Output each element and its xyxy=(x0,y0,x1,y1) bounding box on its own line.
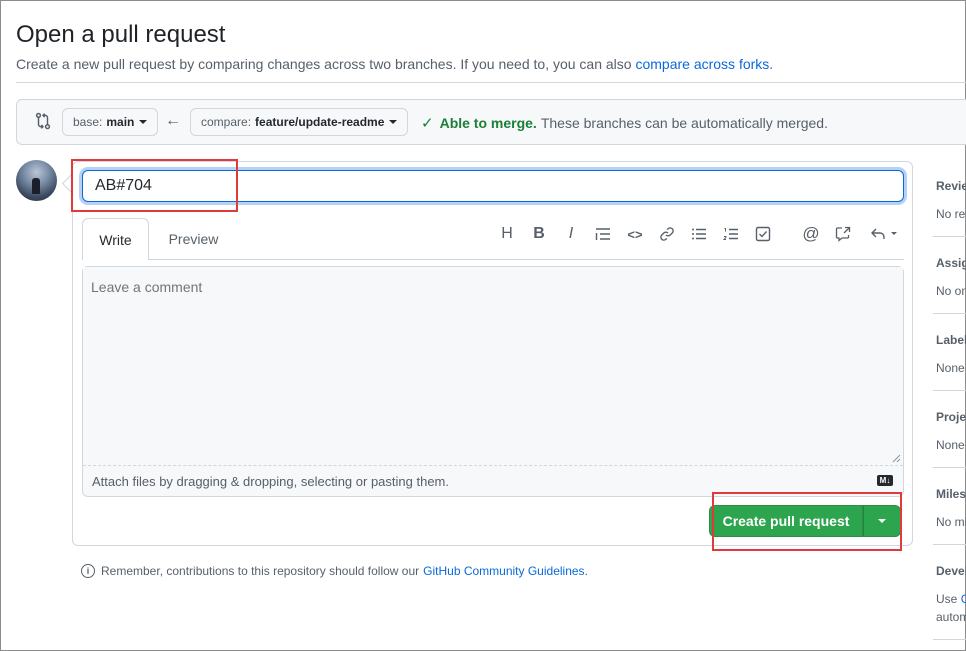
attach-divider xyxy=(83,465,903,466)
create-button-highlight-box xyxy=(712,492,902,551)
page-title: Open a pull request xyxy=(16,21,226,48)
code-icon[interactable]: <> xyxy=(624,223,646,245)
arrow-left-icon: ← xyxy=(165,112,181,129)
compare-branch-select[interactable]: compare: feature/update-readme xyxy=(190,108,409,136)
community-guidelines-note: i Remember, contributions to this reposi… xyxy=(81,564,588,578)
comment-textarea[interactable] xyxy=(83,267,903,465)
sidebar-heading: Labels xyxy=(936,333,966,347)
sidebar-heading: Projects xyxy=(936,410,966,424)
cross-reference-icon[interactable] xyxy=(832,223,854,245)
sidebar-labels[interactable]: Labels None yet xyxy=(936,333,966,375)
quote-icon[interactable] xyxy=(592,223,614,245)
ordered-list-icon[interactable] xyxy=(720,223,742,245)
sidebar-value: None yet xyxy=(936,438,966,452)
compare-bar: base: main ← compare: feature/update-readm… xyxy=(16,99,966,145)
sidebar-divider xyxy=(933,467,966,468)
compare-branch-name: feature/update-readme xyxy=(255,115,385,129)
sidebar-value: No reviewers xyxy=(936,207,966,221)
chevron-down-icon xyxy=(139,120,148,124)
italic-icon[interactable]: I xyxy=(560,223,582,245)
heading-icon[interactable]: H xyxy=(496,223,518,245)
sidebar-value: No milestone xyxy=(936,515,966,529)
sidebar-development[interactable]: Development Use C autom xyxy=(936,564,966,624)
sidebar-reviewers[interactable]: Reviewers No reviewers xyxy=(936,179,966,221)
git-compare-icon xyxy=(35,112,51,130)
sidebar-value: No one xyxy=(936,284,966,298)
reply-icon[interactable] xyxy=(868,223,902,245)
subtitle-text: Create a new pull request by comparing c… xyxy=(16,56,636,72)
sidebar-divider xyxy=(933,639,966,640)
sidebar-divider xyxy=(933,236,966,237)
dev-prefix: Use xyxy=(936,592,961,606)
check-icon: ✓ xyxy=(421,115,434,132)
info-icon: i xyxy=(81,564,95,578)
merge-detail-text: These branches can be automatically merg… xyxy=(540,115,828,131)
sidebar-projects[interactable]: Projects None yet xyxy=(936,410,966,452)
sidebar-heading: Development xyxy=(936,564,966,578)
attach-files-hint[interactable]: Attach files by dragging & dropping, sel… xyxy=(92,474,449,489)
footnote-suffix: . xyxy=(584,564,588,578)
footnote-text: Remember, contributions to this reposito… xyxy=(101,564,420,578)
merge-ok-text: Able to merge. xyxy=(439,115,537,131)
avatar-figure xyxy=(32,178,40,194)
dev-link[interactable]: C xyxy=(961,592,966,606)
sidebar-value: None yet xyxy=(936,361,966,375)
sidebar-value: Use C xyxy=(936,592,966,606)
task-list-icon[interactable] xyxy=(752,223,774,245)
sidebar-milestone[interactable]: Milestone No milestone xyxy=(936,487,966,529)
chevron-down-icon xyxy=(389,120,398,124)
bold-icon[interactable]: B xyxy=(528,223,550,245)
tab-divider xyxy=(149,259,904,260)
sidebar-divider xyxy=(933,544,966,545)
avatar[interactable] xyxy=(16,160,57,201)
markdown-icon[interactable]: M↓ xyxy=(877,475,893,486)
base-branch-select[interactable]: base: main xyxy=(62,108,159,136)
resize-grip-icon[interactable] xyxy=(891,453,901,463)
sidebar-divider xyxy=(933,390,966,391)
subtitle-suffix: . xyxy=(769,56,774,72)
unordered-list-icon[interactable] xyxy=(688,223,710,245)
sidebar-heading: Reviewers xyxy=(936,179,966,193)
sidebar-heading: Assignees xyxy=(936,256,966,270)
base-branch-name: main xyxy=(106,115,135,129)
sidebar-assignees[interactable]: Assignees No one xyxy=(936,256,966,298)
mention-icon[interactable]: @ xyxy=(800,223,822,245)
compare-label: compare: xyxy=(201,115,252,129)
header-divider xyxy=(16,82,966,83)
link-icon[interactable] xyxy=(656,223,678,245)
sidebar-value-line2: autom xyxy=(936,610,966,624)
merge-status: ✓ Able to merge. These branches can be a… xyxy=(421,114,828,132)
page-subtitle: Create a new pull request by comparing c… xyxy=(16,56,773,72)
sidebar-heading: Milestone xyxy=(936,487,966,501)
title-highlight-box xyxy=(71,159,238,212)
tab-write[interactable]: Write xyxy=(82,218,149,260)
compare-forks-link[interactable]: compare across forks xyxy=(635,56,769,72)
base-label: base: xyxy=(73,115,103,129)
tab-preview[interactable]: Preview xyxy=(156,218,231,260)
sidebar-divider xyxy=(933,313,966,314)
community-guidelines-link[interactable]: GitHub Community Guidelines xyxy=(423,564,584,578)
